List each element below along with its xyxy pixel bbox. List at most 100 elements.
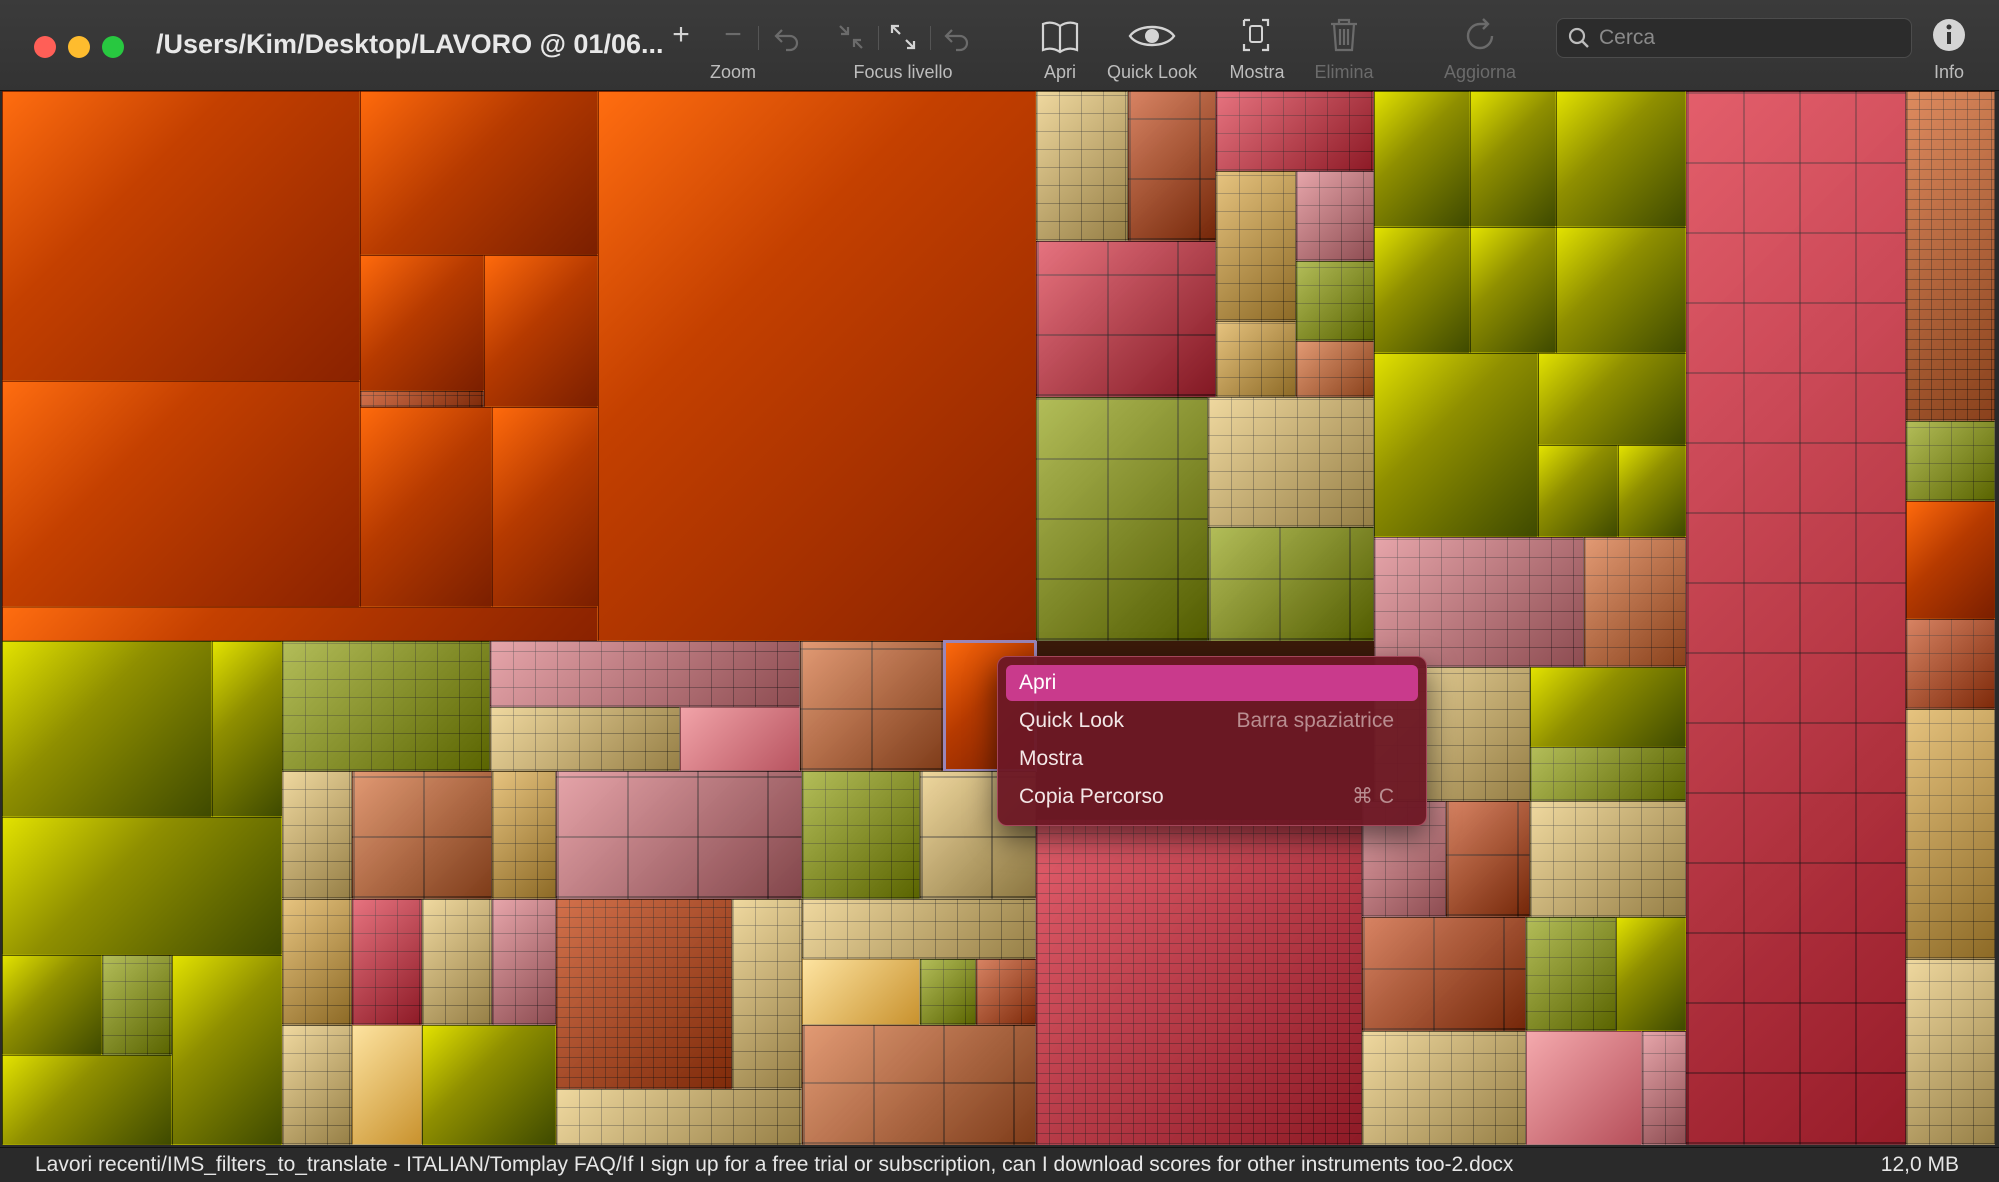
menu-item-open[interactable]: Apri	[1006, 665, 1418, 701]
treemap-tile[interactable]	[976, 959, 1036, 1025]
refresh-label[interactable]: Aggiorna	[1444, 62, 1516, 83]
treemap-tile[interactable]	[1538, 353, 1686, 445]
treemap-tile[interactable]	[802, 1025, 1036, 1145]
menu-item-copy-path[interactable]: Copia Percorso ⌘ C	[1006, 779, 1418, 815]
treemap-tile[interactable]	[1296, 171, 1374, 261]
treemap-tile[interactable]	[1642, 1031, 1686, 1145]
treemap-tile[interactable]	[172, 955, 282, 1145]
treemap-tile[interactable]	[360, 91, 598, 255]
expand-arrows-icon[interactable]	[888, 22, 918, 52]
treemap-tile[interactable]	[2, 641, 212, 817]
treemap-tile[interactable]	[1618, 445, 1686, 537]
treemap-tile[interactable]	[1208, 397, 1374, 527]
delete-label[interactable]: Elimina	[1314, 62, 1373, 83]
treemap-tile[interactable]	[352, 1025, 422, 1145]
treemap-tile[interactable]	[2, 607, 598, 641]
treemap-tile[interactable]	[1906, 91, 1995, 421]
treemap[interactable]	[2, 91, 1995, 1145]
treemap-tile[interactable]	[1374, 353, 1538, 537]
treemap-tile[interactable]	[102, 955, 172, 1055]
treemap-tile[interactable]	[1446, 801, 1530, 917]
treemap-tile[interactable]	[1036, 397, 1208, 641]
info-icon[interactable]	[1932, 18, 1966, 52]
zoom-out-icon[interactable]: −	[720, 18, 746, 52]
treemap-tile[interactable]	[598, 91, 1036, 641]
quicklook-label[interactable]: Quick Look	[1107, 62, 1197, 83]
treemap-tile[interactable]	[800, 641, 944, 771]
treemap-tile[interactable]	[1216, 321, 1296, 397]
treemap-tile[interactable]	[360, 391, 484, 407]
treemap-tile[interactable]	[1616, 917, 1686, 1031]
treemap-tile[interactable]	[422, 899, 492, 1025]
search-input[interactable]	[1597, 23, 1901, 53]
treemap-tile[interactable]	[1362, 917, 1526, 1031]
reveal-label[interactable]: Mostra	[1229, 62, 1284, 83]
zoom-in-icon[interactable]: +	[668, 18, 694, 52]
treemap-tile[interactable]	[1128, 91, 1216, 241]
close-window-button[interactable]	[34, 36, 56, 58]
treemap-tile[interactable]	[1538, 445, 1618, 537]
treemap-tile[interactable]	[282, 641, 490, 771]
treemap-tile[interactable]	[352, 771, 492, 899]
reveal-icon[interactable]	[1238, 16, 1274, 54]
treemap-tile[interactable]	[802, 899, 1036, 959]
treemap-tile[interactable]	[422, 1025, 556, 1145]
treemap-tile[interactable]	[1296, 341, 1374, 397]
treemap-tile[interactable]	[1906, 959, 1995, 1145]
treemap-tile[interactable]	[1470, 91, 1556, 227]
treemap-tile[interactable]	[282, 771, 352, 899]
treemap-tile[interactable]	[282, 899, 352, 1025]
treemap-tile[interactable]	[1906, 501, 1995, 619]
treemap-tile[interactable]	[1686, 91, 1906, 1145]
treemap-tile[interactable]	[1906, 619, 1995, 709]
treemap-tile[interactable]	[2, 381, 360, 607]
treemap-tile[interactable]	[492, 899, 556, 1025]
treemap-tile[interactable]	[490, 641, 800, 707]
treemap-tile[interactable]	[920, 959, 976, 1025]
treemap-tile[interactable]	[556, 1089, 802, 1145]
menu-item-reveal[interactable]: Mostra	[1006, 741, 1418, 777]
collapse-arrows-icon[interactable]	[836, 22, 866, 52]
treemap-tile[interactable]	[484, 255, 598, 407]
book-icon[interactable]	[1040, 18, 1080, 54]
search-field[interactable]	[1556, 18, 1912, 58]
treemap-tile[interactable]	[1530, 747, 1686, 801]
treemap-tile[interactable]	[1362, 1031, 1526, 1145]
treemap-tile[interactable]	[360, 407, 492, 607]
treemap-tile[interactable]	[1906, 421, 1995, 501]
eye-icon[interactable]	[1128, 20, 1176, 52]
treemap-tile[interactable]	[1470, 227, 1556, 353]
treemap-tile[interactable]	[1530, 801, 1686, 917]
zoom-back-icon[interactable]	[772, 22, 802, 52]
treemap-tile[interactable]	[492, 771, 556, 899]
treemap-tile[interactable]	[1216, 171, 1296, 321]
treemap-tile[interactable]	[556, 899, 732, 1089]
treemap-tile[interactable]	[1374, 227, 1470, 353]
treemap-tile[interactable]	[802, 959, 920, 1025]
fullscreen-window-button[interactable]	[102, 36, 124, 58]
menu-item-quicklook[interactable]: Quick Look Barra spaziatrice	[1006, 703, 1418, 739]
focus-back-icon[interactable]	[942, 22, 972, 52]
treemap-tile[interactable]	[2, 91, 360, 381]
treemap-tile[interactable]	[1556, 227, 1686, 353]
treemap-tile[interactable]	[1556, 91, 1686, 227]
treemap-tile[interactable]	[556, 771, 802, 899]
treemap-tile[interactable]	[1036, 91, 1128, 241]
open-label[interactable]: Apri	[1044, 62, 1076, 83]
treemap-tile[interactable]	[2, 817, 282, 955]
treemap-tile[interactable]	[360, 255, 484, 391]
treemap-tile[interactable]	[1584, 537, 1686, 667]
refresh-icon[interactable]	[1462, 16, 1498, 54]
treemap-tile[interactable]	[732, 899, 802, 1089]
treemap-tile[interactable]	[680, 707, 800, 771]
treemap-tile[interactable]	[1374, 91, 1470, 227]
treemap-tile[interactable]	[2, 955, 102, 1055]
treemap-tile[interactable]	[1906, 709, 1995, 959]
treemap-tile[interactable]	[1216, 91, 1374, 171]
treemap-tile[interactable]	[352, 899, 422, 1025]
treemap-tile[interactable]	[1208, 527, 1374, 641]
treemap-tile[interactable]	[802, 771, 920, 899]
treemap-tile[interactable]	[1036, 241, 1216, 397]
treemap-tile[interactable]	[1526, 917, 1616, 1031]
treemap-tile[interactable]	[492, 407, 598, 607]
